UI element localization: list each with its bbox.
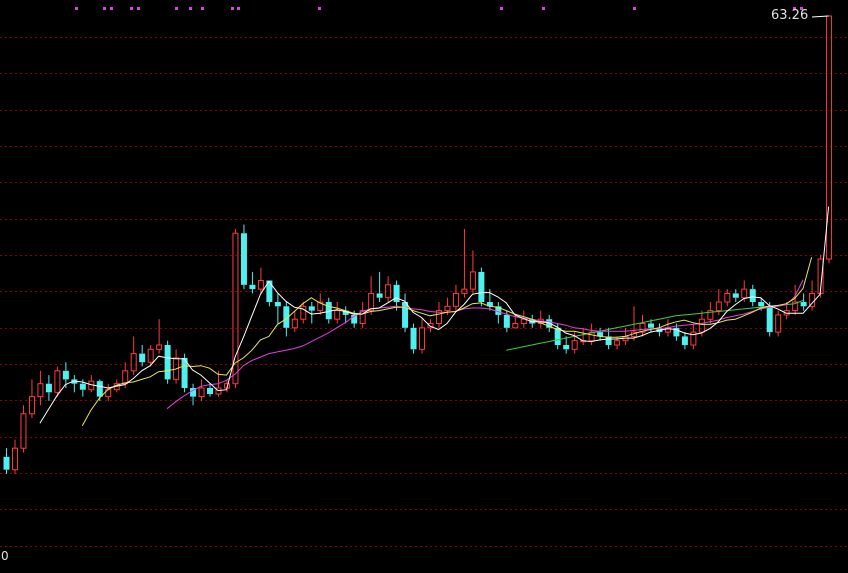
marker-dot <box>201 7 204 10</box>
candle-body-down <box>376 293 383 298</box>
candle-body-down <box>249 284 256 290</box>
candle-body-down <box>563 345 570 350</box>
marker-dot <box>237 7 240 10</box>
candle-body-down <box>393 284 400 303</box>
candle-body-down <box>732 293 739 298</box>
candle-body-down <box>503 314 510 328</box>
candle-body-down <box>62 370 69 380</box>
marker-dot <box>75 7 78 10</box>
marker-dot <box>103 7 106 10</box>
candle-body-down <box>681 336 688 346</box>
marker-dot <box>542 7 545 10</box>
axis-zero-label: 0 <box>1 549 9 563</box>
marker-dot <box>130 7 133 10</box>
marker-dot <box>633 7 636 10</box>
candle-body-down <box>240 233 247 285</box>
marker-dot <box>189 7 192 10</box>
marker-dot <box>231 7 234 10</box>
candle-body-down <box>3 456 10 470</box>
marker-dot <box>137 7 140 10</box>
chart-background <box>0 0 848 573</box>
candle-body-down <box>749 289 756 303</box>
candle-body-down <box>79 383 86 390</box>
marker-dot <box>500 7 503 10</box>
candle-body-down <box>410 327 417 350</box>
marker-dot <box>175 7 178 10</box>
candle-body-down <box>139 353 146 363</box>
candle-body-down <box>274 302 281 307</box>
candle-body-down <box>402 302 409 328</box>
candle-body-down <box>164 345 171 380</box>
candle-body-down <box>308 306 315 311</box>
marker-dot <box>110 7 113 10</box>
candle-body-down <box>96 381 103 397</box>
candle-body-down <box>647 323 654 328</box>
candle-body-down <box>758 302 765 307</box>
marker-dot <box>318 7 321 10</box>
candlestick-chart <box>0 0 848 573</box>
candle-body-down <box>766 306 773 333</box>
candle-body-down <box>207 388 214 395</box>
candle-body-down <box>478 271 485 303</box>
candle-body-down <box>45 383 52 393</box>
last-price-label: 63.26 <box>771 8 809 23</box>
candle-body-down <box>800 302 807 307</box>
